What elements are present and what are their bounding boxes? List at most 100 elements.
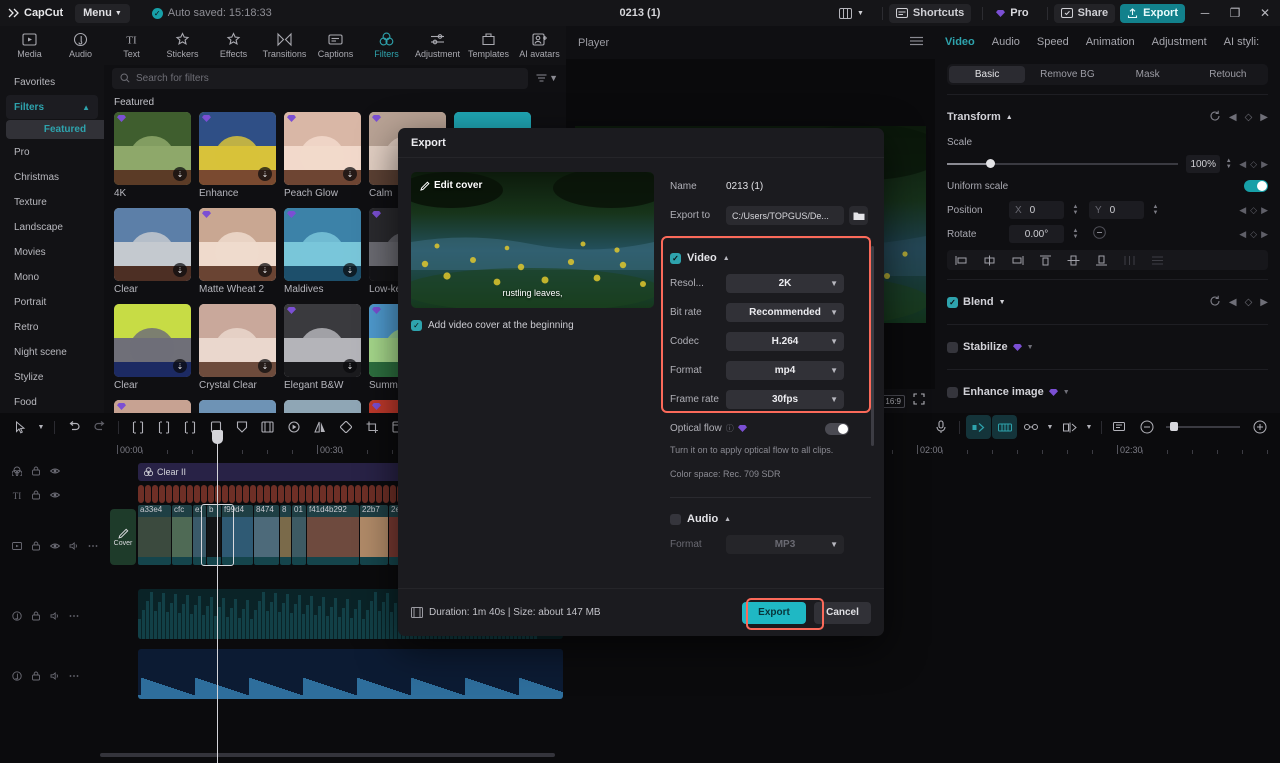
text-clip[interactable]: [383, 485, 389, 503]
keyframe-diamond-icon[interactable]: ◇: [1245, 297, 1253, 308]
redo-button[interactable]: [87, 415, 112, 439]
keyframe-diamond-icon[interactable]: ◇: [1250, 205, 1257, 216]
keyframe-prev-icon[interactable]: ◀: [1239, 205, 1246, 216]
edit-cover-button[interactable]: Edit cover: [420, 180, 482, 191]
sort-filter-button[interactable]: ▼: [536, 73, 558, 83]
uniform-scale-toggle[interactable]: [1244, 180, 1268, 192]
filter-thumbnail[interactable]: ⇣: [284, 112, 361, 185]
rotate-stepper[interactable]: ▲▼: [1070, 228, 1081, 240]
filter-category-stylize[interactable]: Stylize: [6, 365, 98, 389]
export-cancel-button[interactable]: Cancel: [814, 602, 871, 624]
keyframe-prev-icon[interactable]: ◀: [1239, 229, 1246, 240]
filter-icon[interactable]: [12, 466, 22, 479]
text-clip[interactable]: [264, 485, 270, 503]
scale-slider[interactable]: [947, 163, 1178, 165]
zoom-out-icon[interactable]: [1134, 415, 1159, 439]
scale-slider-knob[interactable]: [986, 159, 995, 168]
keyframe-diamond-icon[interactable]: ◇: [1245, 112, 1253, 123]
lock-icon[interactable]: [31, 671, 41, 684]
tool-tab-text[interactable]: TIText: [106, 26, 157, 65]
filter-category-food[interactable]: Food: [6, 390, 98, 414]
text-clip[interactable]: [152, 485, 158, 503]
right-tab-ai-styli-[interactable]: AI styli:: [1224, 36, 1259, 48]
text-clip[interactable]: [222, 485, 228, 503]
text-clip[interactable]: [208, 485, 214, 503]
magnet-button[interactable]: [1057, 415, 1082, 439]
download-icon[interactable]: ⇣: [173, 359, 187, 373]
cover-thumbnail[interactable]: Cover: [110, 509, 136, 565]
right-subtab-mask[interactable]: Mask: [1110, 66, 1186, 83]
download-icon[interactable]: ⇣: [173, 263, 187, 277]
text-clip[interactable]: [369, 485, 375, 503]
download-icon[interactable]: ⇣: [343, 167, 357, 181]
freeze-button[interactable]: [255, 415, 280, 439]
select-tool[interactable]: [8, 415, 33, 439]
text-clip[interactable]: [376, 485, 382, 503]
align-top-button[interactable]: [1031, 250, 1059, 270]
text-clip[interactable]: [243, 485, 249, 503]
tool-tab-effects[interactable]: Effects: [208, 26, 259, 65]
eye-icon[interactable]: [50, 490, 60, 503]
filter-category-pro[interactable]: Pro: [6, 140, 98, 164]
text-clip[interactable]: [341, 485, 347, 503]
audio-icon[interactable]: [12, 671, 22, 684]
filter-thumbnail[interactable]: ⇣: [284, 304, 361, 377]
add-cover-row[interactable]: ✓ Add video cover at the beginning: [411, 320, 654, 331]
video-icon[interactable]: [12, 541, 22, 554]
text-clip[interactable]: [180, 485, 186, 503]
eye-icon[interactable]: [50, 466, 60, 479]
export-confirm-button[interactable]: Export: [742, 602, 806, 624]
video-clip[interactable]: 22b7: [360, 505, 388, 565]
filter-cell[interactable]: ⇣Matte Wheat 2: [199, 208, 276, 295]
filter-thumbnail[interactable]: ⇣: [114, 304, 191, 377]
text-clip[interactable]: [313, 485, 319, 503]
keyframe-prev-icon[interactable]: ◀: [1239, 159, 1246, 170]
text-clip[interactable]: [250, 485, 256, 503]
record-button[interactable]: [928, 415, 953, 439]
chevron-up-icon[interactable]: ▲: [724, 516, 731, 523]
more-icon[interactable]: [69, 611, 79, 624]
text-icon[interactable]: TI: [12, 490, 22, 503]
lock-icon[interactable]: [31, 490, 41, 503]
video-clip[interactable]: cfc: [172, 505, 192, 565]
tool-tab-captions[interactable]: Captions: [310, 26, 361, 65]
keyframe-prev-icon[interactable]: ◀: [1229, 112, 1237, 123]
close-button[interactable]: ✕: [1250, 0, 1280, 26]
video-clip[interactable]: 8474: [254, 505, 279, 565]
reverse-button[interactable]: [281, 415, 306, 439]
text-clip[interactable]: [166, 485, 172, 503]
playhead-handle[interactable]: [212, 430, 223, 444]
filter-category-mono[interactable]: Mono: [6, 265, 98, 289]
filter-cell[interactable]: ⇣Peach Glow: [284, 112, 361, 199]
preview-button[interactable]: [1108, 415, 1133, 439]
filter-thumbnail[interactable]: ⇣: [114, 112, 191, 185]
text-clip[interactable]: [355, 485, 361, 503]
right-tab-video[interactable]: Video: [945, 36, 975, 48]
position-x-field[interactable]: X 0: [1009, 201, 1064, 219]
video-option-select[interactable]: mp4▼: [726, 361, 844, 380]
right-subtab-retouch[interactable]: Retouch: [1190, 66, 1266, 83]
right-subtab-basic[interactable]: Basic: [949, 66, 1025, 83]
reset-icon[interactable]: [1209, 295, 1221, 310]
text-clip[interactable]: [278, 485, 284, 503]
trim-right-button[interactable]: [177, 415, 202, 439]
distribute-v-button[interactable]: [1143, 250, 1171, 270]
shortcuts-button[interactable]: Shortcuts: [889, 4, 971, 23]
mirror-button[interactable]: [229, 415, 254, 439]
tool-tab-audio[interactable]: Audio: [55, 26, 106, 65]
add-cover-checkbox[interactable]: ✓: [411, 320, 422, 331]
keyframe-diamond-icon[interactable]: ◇: [1250, 229, 1257, 240]
audio-section-checkbox[interactable]: [670, 514, 681, 525]
menu-button[interactable]: Menu ▼: [75, 4, 130, 23]
text-clip[interactable]: [390, 485, 396, 503]
filter-thumbnail[interactable]: ⇣: [114, 208, 191, 281]
filter-category-texture[interactable]: Texture: [6, 190, 98, 214]
video-section-checkbox[interactable]: ✓: [670, 253, 681, 264]
crop-frame-button[interactable]: [359, 415, 384, 439]
right-tab-adjustment[interactable]: Adjustment: [1152, 36, 1207, 48]
filter-category-favorites[interactable]: Favorites: [6, 70, 98, 94]
text-clip[interactable]: [327, 485, 333, 503]
volume-icon[interactable]: [50, 611, 60, 624]
tool-tab-media[interactable]: Media: [4, 26, 55, 65]
eye-icon[interactable]: [50, 541, 60, 554]
